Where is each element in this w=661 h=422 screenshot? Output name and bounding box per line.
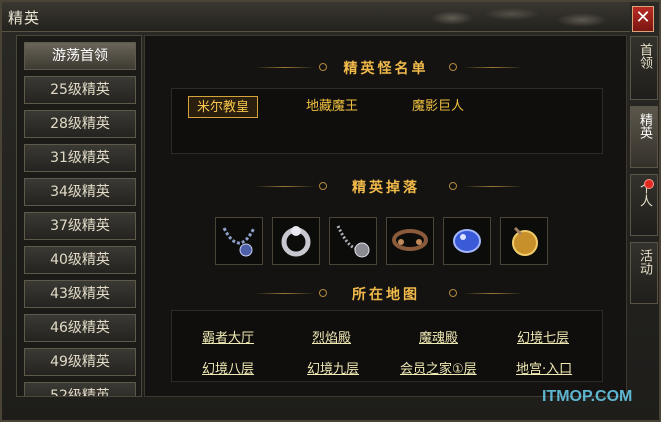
tab-elite-label: 精英 bbox=[637, 113, 652, 139]
window-title: 精英 bbox=[8, 9, 41, 27]
boss-item-shadow-giant[interactable]: 魔影巨人 bbox=[404, 96, 472, 118]
level-item-25[interactable]: 25级精英 bbox=[24, 76, 136, 104]
level-item-46[interactable]: 46级精英 bbox=[24, 314, 136, 342]
map-link-underground-entrance[interactable]: 地宫·入口 bbox=[516, 358, 572, 377]
bracelet-icon bbox=[392, 229, 428, 251]
level-item-40[interactable]: 40级精英 bbox=[24, 246, 136, 274]
map-link-illusion-9[interactable]: 幻境九层 bbox=[307, 358, 359, 377]
close-button[interactable]: ✕ bbox=[632, 6, 654, 32]
map-link-illusion-7[interactable]: 幻境七层 bbox=[517, 327, 569, 346]
map-link-flame-palace[interactable]: 烈焰殿 bbox=[312, 327, 351, 346]
elite-detail-panel: 精英怪名单 米尔教皇 地藏魔王 魔影巨人 精英掉落 所在地图 霸者大厅 烈焰殿 … bbox=[144, 35, 627, 397]
drop-slot-gold-orb[interactable] bbox=[500, 217, 548, 265]
dragon-ornament bbox=[422, 2, 630, 32]
drop-slot-necklace[interactable] bbox=[215, 217, 263, 265]
ornament-line bbox=[463, 293, 523, 294]
level-item-37[interactable]: 37级精英 bbox=[24, 212, 136, 240]
level-item-34[interactable]: 34级精英 bbox=[24, 178, 136, 206]
boss-list-title: 精英怪名单 bbox=[343, 61, 429, 77]
tab-elite[interactable]: 精英 bbox=[630, 106, 658, 168]
map-link-soul-palace[interactable]: 魔魂殿 bbox=[419, 327, 458, 346]
level-item-52[interactable]: 52级精英 bbox=[24, 382, 136, 396]
ornament-line bbox=[463, 67, 523, 68]
necklace-icon bbox=[222, 227, 256, 257]
drop-slot-bracelet[interactable] bbox=[386, 217, 434, 265]
tab-activity-label: 活动 bbox=[637, 249, 652, 275]
level-item-28[interactable]: 28级精英 bbox=[24, 110, 136, 138]
map-list: 霸者大厅 烈焰殿 魔魂殿 幻境七层 幻境八层 幻境九层 会员之家①层 地宫·入口 bbox=[171, 310, 603, 382]
map-link-member-home[interactable]: 会员之家①层 bbox=[400, 358, 477, 377]
level-list: 游荡首领 25级精英 28级精英 31级精英 34级精英 37级精英 40级精英… bbox=[16, 35, 142, 397]
maps-title: 所在地图 bbox=[352, 287, 420, 303]
title-bar[interactable]: 精英 bbox=[2, 2, 630, 32]
gold-orb-icon bbox=[512, 226, 538, 256]
level-item-43[interactable]: 43级精英 bbox=[24, 280, 136, 308]
boss-list: 米尔教皇 地藏魔王 魔影巨人 bbox=[171, 88, 603, 154]
level-item-wandering-boss[interactable]: 游荡首领 bbox=[24, 42, 136, 70]
tab-activity[interactable]: 活动 bbox=[630, 242, 658, 304]
drop-slot-ring[interactable] bbox=[272, 217, 320, 265]
tab-boss-label: 首领 bbox=[637, 43, 652, 69]
boss-item-pope[interactable]: 米尔教皇 bbox=[188, 96, 259, 118]
tab-boss[interactable]: 首领 bbox=[630, 36, 658, 100]
map-link-hall[interactable]: 霸者大厅 bbox=[202, 327, 254, 346]
boss-item-dizang[interactable]: 地藏魔王 bbox=[298, 96, 366, 118]
drop-slot-blue-gem[interactable] bbox=[443, 217, 491, 265]
level-item-31[interactable]: 31级精英 bbox=[24, 144, 136, 172]
map-link-illusion-8[interactable]: 幻境八层 bbox=[202, 358, 254, 377]
ornament-line bbox=[463, 186, 523, 187]
drop-slot-chain[interactable] bbox=[329, 217, 377, 265]
elite-window: 精英 ✕ 游荡首领 25级精英 28级精英 31级精英 34级精英 37级精英 … bbox=[0, 0, 661, 422]
chain-necklace-icon bbox=[336, 225, 370, 258]
level-item-49[interactable]: 49级精英 bbox=[24, 348, 136, 376]
ring-icon bbox=[281, 226, 311, 257]
blue-gem-icon bbox=[453, 229, 481, 253]
drops-title: 精英掉落 bbox=[352, 180, 420, 196]
notification-badge bbox=[644, 179, 654, 189]
watermark: ITMOP.COM bbox=[542, 388, 633, 405]
